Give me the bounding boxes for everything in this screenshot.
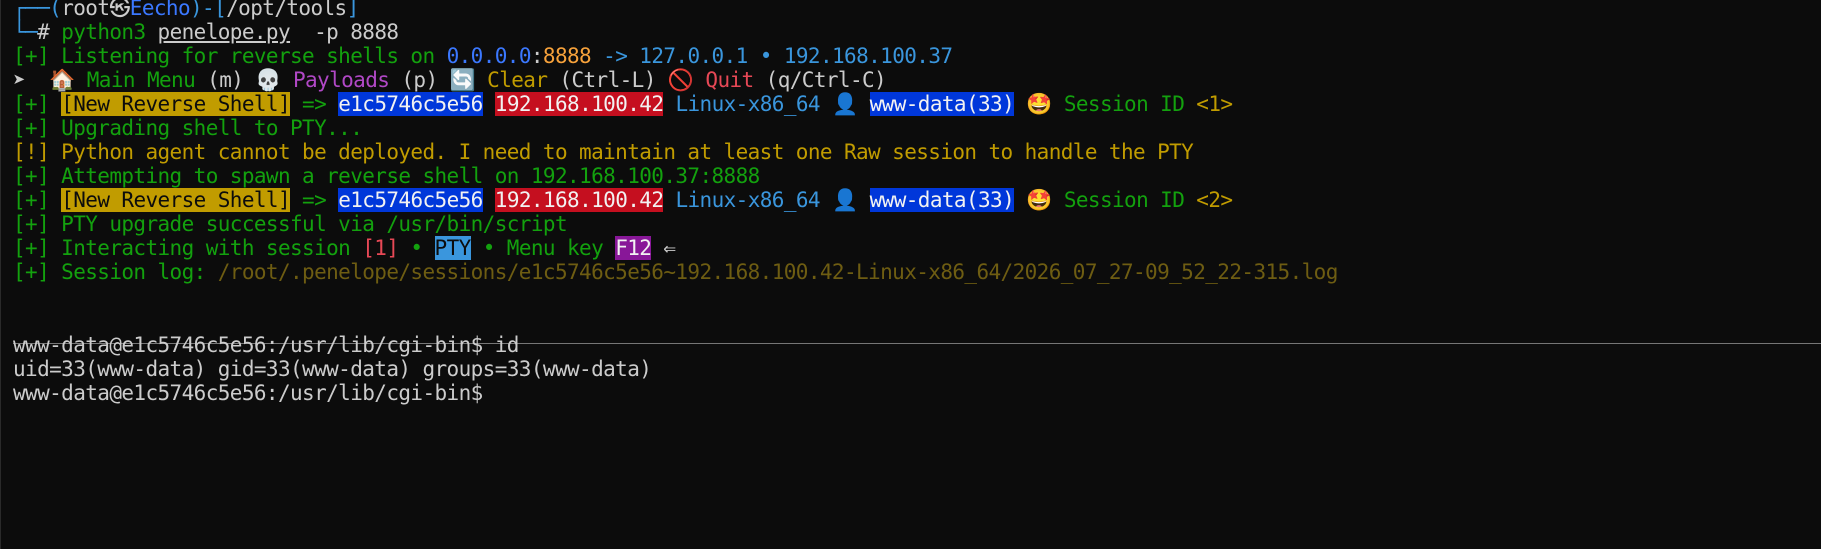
- session1-user: www-data(33): [869, 92, 1015, 116]
- menu-payloads-label[interactable]: Payloads: [293, 68, 390, 92]
- prompt-host: Eecho: [129, 0, 191, 20]
- session-log-prefix: [+] Session log:: [13, 260, 218, 284]
- session2-arrow: =>: [290, 188, 339, 212]
- user-icon: 👤: [832, 188, 858, 212]
- interacting-prefix: [+] Interacting with session: [13, 236, 363, 260]
- session2-label: Session ID: [1063, 188, 1197, 212]
- prompt-open-paren: (: [49, 0, 62, 20]
- menu-clear-key: (Ctrl-L): [547, 68, 668, 92]
- interacting-session-num: [1]: [362, 236, 399, 260]
- menu-pointer-icon: ➤: [13, 68, 50, 92]
- session1-label: Session ID: [1063, 92, 1197, 116]
- command-script: penelope.py: [157, 20, 291, 44]
- interacting-pty-badge: PTY: [434, 236, 471, 260]
- user-icon: 👤: [832, 92, 858, 116]
- terminal-window[interactable]: ┌──(root㉿Eecho)-[/opt/tools] └─# python3…: [0, 0, 1821, 549]
- menu-payloads-key: (p): [389, 68, 450, 92]
- refresh-icon: 🔄: [449, 68, 476, 92]
- session-log-path: /root/.penelope/sessions/e1c5746c5e56~19…: [217, 260, 1339, 284]
- prompt-at-symbol: ㉿: [109, 0, 130, 20]
- listening-ip-any: 0.0.0.0: [446, 44, 532, 68]
- star-struck-icon: 🤩: [1026, 188, 1052, 212]
- prohibited-icon: 🚫: [667, 68, 694, 92]
- listening-prefix: [+] Listening for reverse shells on: [13, 44, 447, 68]
- command-args: -p 8888: [290, 20, 399, 44]
- session2-platform: Linux-x86_64: [675, 188, 820, 212]
- session1-tag: [New Reverse Shell]: [61, 92, 291, 116]
- listening-addrs: 127.0.0.1 • 192.168.100.37: [639, 44, 953, 68]
- session2-tag: [New Reverse Shell]: [61, 188, 291, 212]
- session-log-line: [+] Session log: /root/.penelope/session…: [13, 258, 1338, 286]
- session2-user: www-data(33): [869, 188, 1015, 212]
- command-name: python3: [61, 20, 146, 44]
- session2-prefix: [+]: [13, 188, 62, 212]
- prompt-path: /opt/tools: [226, 0, 347, 20]
- menu-quit-label[interactable]: Quit: [705, 68, 754, 92]
- menu-clear-label[interactable]: Clear: [487, 68, 548, 92]
- session2-ip: 192.168.100.42: [494, 188, 664, 212]
- prompt-hash: #: [37, 20, 62, 44]
- prompt-close-paren: )-[: [190, 0, 227, 20]
- session1-prefix: [+]: [13, 92, 62, 116]
- session1-platform: Linux-x86_64: [675, 92, 820, 116]
- prompt-close-bracket: ]: [346, 0, 360, 20]
- prompt-box-top: ┌──: [13, 0, 50, 20]
- menu-key-badge: F12: [615, 236, 652, 260]
- listening-colon: :: [530, 44, 544, 68]
- listening-arrow: ->: [591, 44, 640, 68]
- star-struck-icon: 🤩: [1026, 92, 1052, 116]
- home-icon: 🏠: [49, 68, 75, 92]
- session1-host-id: e1c5746c5e56: [338, 92, 483, 116]
- session1-id: <1>: [1196, 92, 1233, 116]
- menu-main-key: (m): [195, 68, 256, 92]
- shell-prompt-current[interactable]: www-data@e1c5746c5e56:/usr/lib/cgi-bin$: [13, 379, 483, 407]
- skull-icon: 💀: [255, 68, 281, 92]
- left-arrow-icon: ⇐: [651, 236, 676, 260]
- prompt-user: root: [61, 0, 110, 20]
- menu-main-label[interactable]: Main Menu: [87, 68, 196, 92]
- interacting-dot1: •: [398, 236, 435, 260]
- session2-id: <2>: [1196, 188, 1233, 212]
- session2-host-id: e1c5746c5e56: [338, 188, 483, 212]
- session1-arrow: =>: [290, 92, 339, 116]
- interacting-dot2: • Menu key: [470, 236, 616, 260]
- prompt-box-bottom: └─: [13, 20, 38, 44]
- menu-quit-key: (q/Ctrl-C): [753, 68, 887, 92]
- listening-port: 8888: [542, 44, 592, 68]
- session1-ip: 192.168.100.42: [494, 92, 664, 116]
